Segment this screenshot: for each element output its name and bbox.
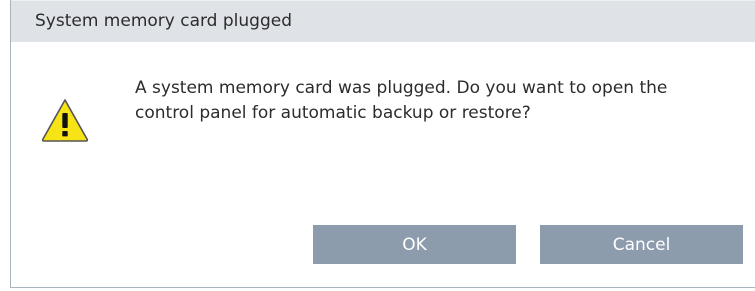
system-memory-card-dialog: System memory card plugged A system memo…	[10, 0, 755, 288]
cancel-button[interactable]: Cancel	[540, 225, 743, 264]
dialog-title: System memory card plugged	[35, 11, 293, 31]
ok-button[interactable]: OK	[313, 225, 516, 264]
warning-icon	[40, 97, 90, 143]
dialog-message: A system memory card was plugged. Do you…	[135, 78, 668, 123]
dialog-title-bar[interactable]: System memory card plugged	[11, 0, 755, 42]
